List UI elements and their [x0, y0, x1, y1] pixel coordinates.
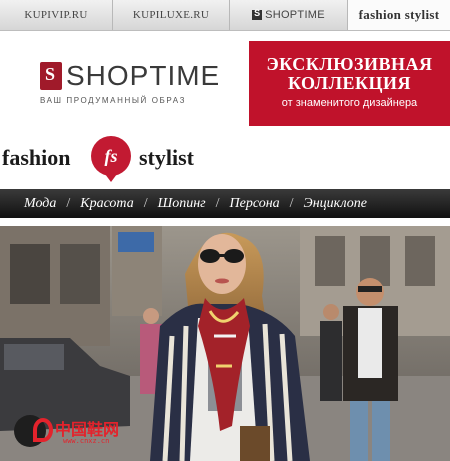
- fashion-stylist-logo[interactable]: fashion fs stylist: [2, 136, 222, 182]
- logo-word-stylist: stylist: [139, 145, 194, 170]
- logo-word-fashion: fashion: [2, 145, 71, 170]
- nav-separator: /: [143, 195, 148, 211]
- watermark-logo-icon: [33, 418, 53, 442]
- shoptime-tagline: ВАШ ПРОДУМАННЫЙ ОБРАЗ: [40, 96, 187, 105]
- main-nav: Мода / Красота / Шопинг / Персона / Энци…: [0, 189, 450, 218]
- nav-separator: /: [289, 195, 294, 211]
- banner-subtitle: от знаменитого дизайнера: [281, 97, 418, 109]
- watermark-url: www.cnxz.cn: [63, 437, 110, 445]
- tab-kupiluxe-label: KUPILUXE.RU: [132, 9, 210, 21]
- tab-kupivip[interactable]: KUPIVIP.RU: [0, 0, 113, 30]
- tab-shoptime-label: SHOPTIME: [265, 9, 325, 21]
- tab-kupivip-label: KUPIVIP.RU: [24, 9, 88, 21]
- tab-fashion-stylist-label: fashion stylist: [358, 7, 440, 22]
- fs-badge-icon: fs: [91, 136, 131, 182]
- nav-item-shoping[interactable]: Шопинг: [158, 196, 206, 212]
- watermark: 中国鞋网 www.cnxz.cn: [33, 416, 133, 450]
- tab-shoptime[interactable]: SHOPTIME: [230, 0, 348, 30]
- nav-item-encyclopedia[interactable]: Энциклопе: [304, 196, 367, 212]
- shoptime-logo[interactable]: SHOPTIME ВАШ ПРОДУМАННЫЙ ОБРАЗ: [40, 60, 221, 112]
- tab-kupiluxe[interactable]: KUPILUXE.RU: [113, 0, 230, 30]
- shoptime-mini-logo-icon: [252, 8, 263, 20]
- nav-item-krasota[interactable]: Красота: [80, 196, 133, 212]
- nav-item-moda[interactable]: Мода: [24, 196, 56, 212]
- tab-fashion-stylist[interactable]: fashion stylist: [348, 0, 450, 30]
- nav-item-persona[interactable]: Персона: [230, 196, 280, 212]
- banner-title: ЭКСКЛЮЗИВНАЯ КОЛЛЕКЦИЯ: [266, 54, 433, 93]
- site-tabbar: KUPIVIP.RU KUPILUXE.RU SHOPTIME fashion …: [0, 0, 450, 31]
- exclusive-collection-banner[interactable]: ЭКСКЛЮЗИВНАЯ КОЛЛЕКЦИЯ от знаменитого ди…: [249, 41, 450, 126]
- shoptime-wordmark: SHOPTIME: [66, 60, 221, 91]
- shoptime-logo-icon: [40, 62, 62, 90]
- nav-separator: /: [66, 195, 71, 211]
- nav-separator: /: [215, 195, 220, 211]
